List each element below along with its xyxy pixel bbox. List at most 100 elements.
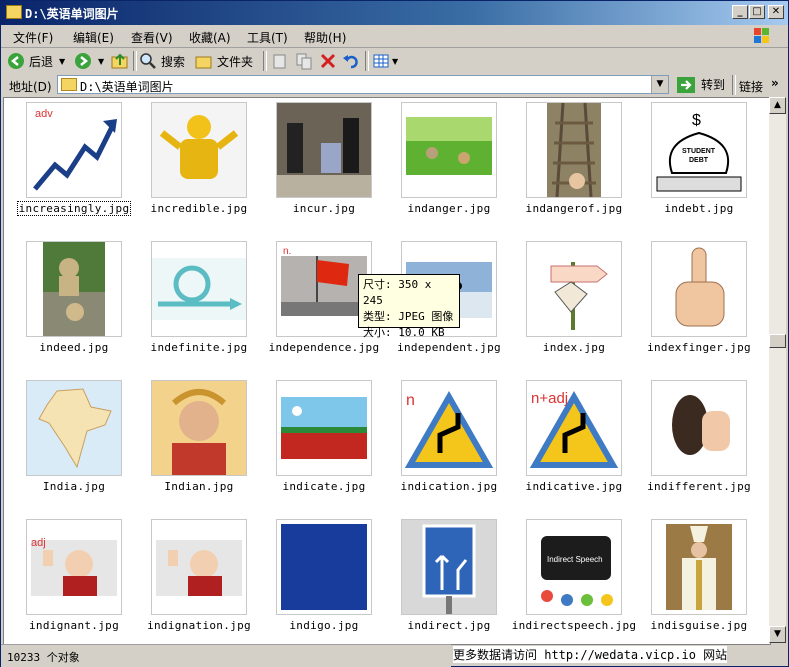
file-name-label[interactable]: India.jpg: [4, 480, 144, 493]
menu-view[interactable]: 查看(V): [131, 29, 173, 46]
file-name-label[interactable]: indignant.jpg: [4, 619, 144, 632]
file-name-label[interactable]: independent.jpg: [379, 341, 519, 354]
file-name-label[interactable]: index.jpg: [504, 341, 644, 354]
file-thumbnail[interactable]: [651, 519, 747, 615]
file-item[interactable]: indirect.jpg: [379, 519, 499, 644]
file-thumbnail[interactable]: [151, 519, 247, 615]
up-folder-button[interactable]: [111, 51, 129, 71]
file-name-label[interactable]: indirectspeech.jpg: [504, 619, 644, 632]
file-thumbnail[interactable]: [151, 380, 247, 476]
file-name-label[interactable]: indifferent.jpg: [629, 480, 769, 493]
file-thumbnail[interactable]: [26, 241, 122, 337]
maximize-button[interactable]: □: [749, 5, 765, 19]
file-thumbnail[interactable]: adj: [26, 519, 122, 615]
file-item[interactable]: Indian.jpg: [129, 380, 249, 510]
file-item[interactable]: adj indignant.jpg: [4, 519, 124, 644]
file-name-label[interactable]: indigo.jpg: [254, 619, 394, 632]
file-item[interactable]: incredible.jpg: [129, 102, 249, 232]
copy-to-button[interactable]: [295, 51, 313, 71]
title-bar[interactable]: D:\英语单词图片 _ □ ✕: [1, 1, 788, 25]
file-name-label[interactable]: indanger.jpg: [379, 202, 519, 215]
file-thumbnail[interactable]: [151, 102, 247, 198]
scroll-up-button[interactable]: ▲: [769, 97, 786, 114]
back-dropdown-icon[interactable]: ▼: [59, 57, 65, 66]
file-item[interactable]: index.jpg: [504, 241, 624, 371]
delete-button[interactable]: [319, 51, 337, 71]
file-name-label[interactable]: indefinite.jpg: [129, 341, 269, 354]
file-item[interactable]: indicate.jpg: [254, 380, 374, 510]
file-name-label[interactable]: indangerof.jpg: [504, 202, 644, 215]
file-name-label[interactable]: indexfinger.jpg: [629, 341, 769, 354]
close-button[interactable]: ✕: [768, 5, 784, 19]
menu-tools[interactable]: 工具(T): [247, 29, 288, 46]
file-name-label[interactable]: Indian.jpg: [129, 480, 269, 493]
file-thumbnail[interactable]: n: [401, 380, 497, 476]
file-item[interactable]: indignation.jpg: [129, 519, 251, 644]
vertical-scrollbar[interactable]: ▲ ▼: [769, 97, 786, 643]
file-item[interactable]: n. independence.jpg: [254, 241, 379, 371]
file-item[interactable]: India.jpg: [4, 380, 124, 510]
file-thumbnail[interactable]: [401, 102, 497, 198]
file-thumbnail[interactable]: adv: [26, 102, 122, 198]
search-button[interactable]: 搜索: [139, 51, 185, 71]
forward-dropdown-icon[interactable]: ▼: [98, 57, 104, 66]
go-button[interactable]: 转到: [677, 76, 725, 93]
file-name-label[interactable]: incredible.jpg: [129, 202, 269, 215]
move-to-button[interactable]: [271, 51, 289, 71]
file-item[interactable]: n+adj indicative.jpg: [504, 380, 624, 510]
file-item[interactable]: indanger.jpg: [379, 102, 499, 232]
file-item[interactable]: indeed.jpg: [4, 241, 124, 371]
file-thumbnail[interactable]: [526, 102, 622, 198]
file-name-label[interactable]: incur.jpg: [254, 202, 394, 215]
file-item[interactable]: n indication.jpg: [379, 380, 499, 510]
file-name-label[interactable]: independence.jpg: [254, 341, 394, 354]
file-item[interactable]: indifferent.jpg: [629, 380, 751, 510]
views-dropdown-icon[interactable]: ▼: [392, 57, 398, 66]
menu-favorites[interactable]: 收藏(A): [189, 29, 231, 46]
scroll-down-button[interactable]: ▼: [769, 626, 786, 643]
minimize-button[interactable]: _: [732, 5, 748, 19]
file-thumbnail[interactable]: n+adj: [526, 380, 622, 476]
menu-help[interactable]: 帮助(H): [304, 29, 346, 46]
file-item[interactable]: indexfinger.jpg: [629, 241, 751, 371]
file-thumbnail[interactable]: [401, 519, 497, 615]
file-thumbnail[interactable]: [651, 241, 747, 337]
back-button[interactable]: 后退 ▼: [7, 51, 65, 71]
file-thumbnail[interactable]: Indirect Speech: [526, 519, 622, 615]
address-dropdown-icon[interactable]: ▼: [651, 76, 668, 93]
file-item[interactable]: indangerof.jpg: [504, 102, 624, 232]
folders-button[interactable]: 文件夹: [195, 51, 253, 71]
file-name-label[interactable]: indirect.jpg: [379, 619, 519, 632]
file-name-label[interactable]: indicate.jpg: [254, 480, 394, 493]
file-name-label[interactable]: indeed.jpg: [4, 341, 144, 354]
undo-button[interactable]: [342, 51, 360, 71]
scroll-thumb[interactable]: [769, 334, 786, 348]
file-thumbnail[interactable]: [276, 519, 372, 615]
file-name-label[interactable]: indebt.jpg: [629, 202, 769, 215]
views-button[interactable]: ▼: [372, 51, 398, 71]
file-thumbnail[interactable]: [151, 241, 247, 337]
menu-file[interactable]: 文件(F): [13, 29, 53, 46]
file-thumbnail[interactable]: [526, 241, 622, 337]
file-item[interactable]: indefinite.jpg: [129, 241, 249, 371]
forward-button[interactable]: ▼: [74, 51, 104, 71]
file-thumbnail[interactable]: $ STUDENT DEBT: [651, 102, 747, 198]
address-input[interactable]: D:\英语单词图片 ▼: [57, 75, 669, 94]
file-name-label[interactable]: indisguise.jpg: [629, 619, 769, 632]
file-thumbnail[interactable]: [651, 380, 747, 476]
file-thumbnail[interactable]: [276, 102, 372, 198]
file-item[interactable]: indigo.jpg: [254, 519, 374, 644]
file-item[interactable]: adv increasingly.jpg: [4, 102, 132, 232]
file-thumbnail[interactable]: [276, 380, 372, 476]
file-name-label[interactable]: indication.jpg: [379, 480, 519, 493]
file-item[interactable]: $ STUDENT DEBT indebt.jpg: [629, 102, 749, 232]
file-name-label[interactable]: indicative.jpg: [504, 480, 644, 493]
links-chevron-icon[interactable]: »: [771, 76, 779, 90]
menu-edit[interactable]: 编辑(E): [73, 29, 114, 46]
file-item[interactable]: Indirect Speech indirectspeech.jpg: [504, 519, 636, 644]
file-thumbnail[interactable]: [26, 380, 122, 476]
file-item[interactable]: indisguise.jpg: [629, 519, 749, 644]
file-view[interactable]: adv increasingly.jpg incredible.jpg incu…: [3, 97, 771, 645]
file-name-label[interactable]: indignation.jpg: [129, 619, 269, 632]
file-name-label[interactable]: increasingly.jpg: [4, 201, 144, 216]
